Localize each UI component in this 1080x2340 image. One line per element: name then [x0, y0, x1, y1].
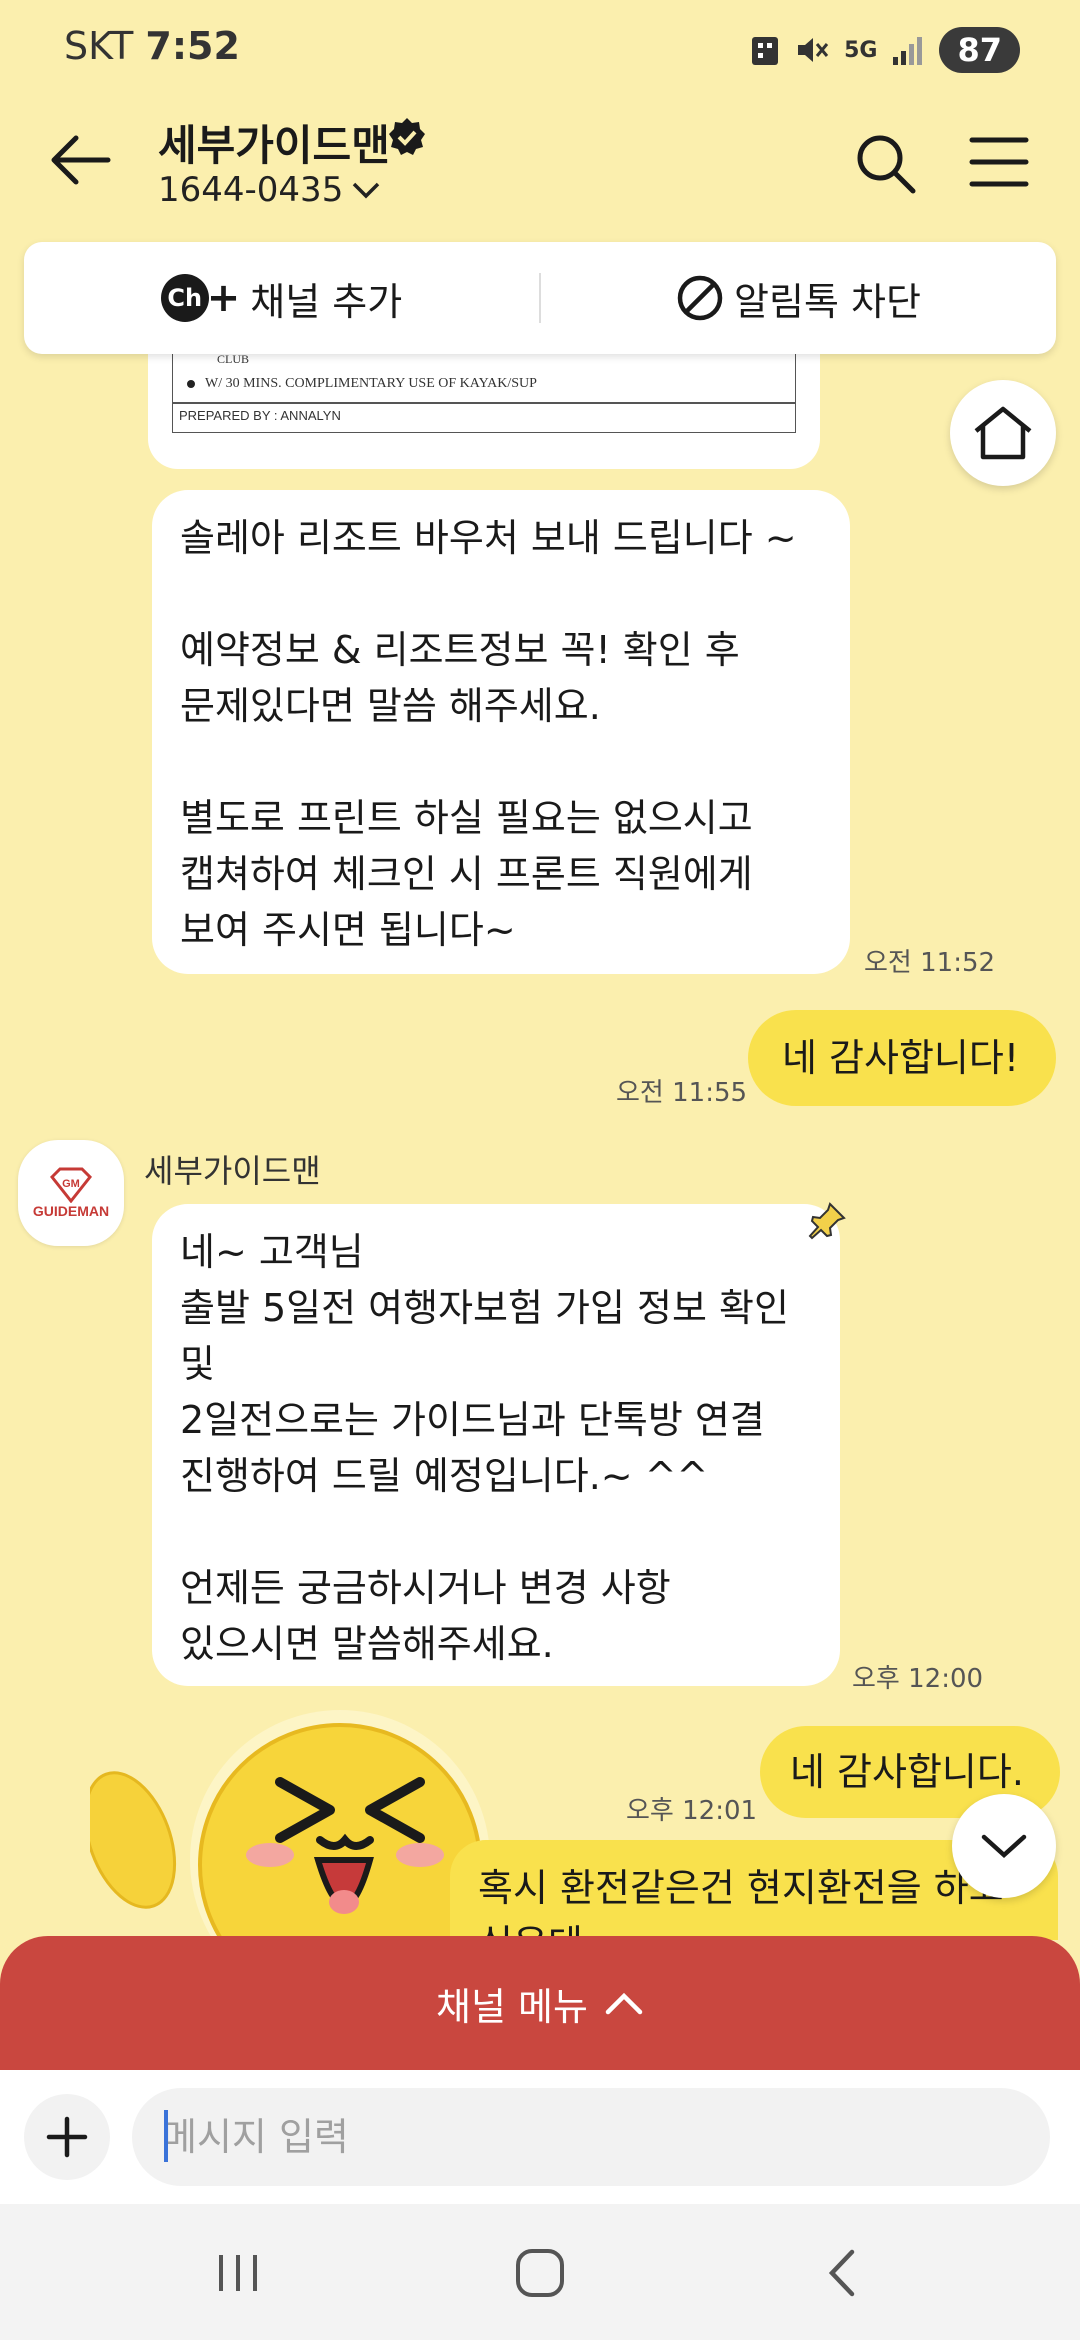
- message-timestamp: 오전 11:55: [616, 1078, 748, 1108]
- svg-text:GM: GM: [62, 1178, 80, 1190]
- message-bubble-sent[interactable]: 네 감사합니다!: [748, 1010, 1056, 1106]
- network-type: 5G: [844, 37, 878, 63]
- voucher-document: CLUB W/ 30 MINS. COMPLIMENTARY USE OF KA…: [172, 354, 796, 433]
- emoticon-sticker[interactable]: [90, 1690, 510, 1970]
- message-timestamp: 오전 11:52: [864, 948, 996, 978]
- clock: 7:52: [145, 24, 240, 68]
- status-bar: SKT 7:52 5G 87: [0, 0, 1080, 100]
- voucher-line-club: CLUB: [217, 354, 250, 366]
- attach-plus-button[interactable]: [24, 2094, 110, 2180]
- channel-menu-button[interactable]: 채널 메뉴: [0, 1936, 1080, 2070]
- message-input-bar: [0, 2070, 1080, 2204]
- scroll-to-bottom-button[interactable]: [952, 1794, 1056, 1898]
- recent-apps-button[interactable]: [188, 2238, 288, 2308]
- voucher-image[interactable]: CLUB W/ 30 MINS. COMPLIMENTARY USE OF KA…: [148, 354, 820, 469]
- carrier-label: SKT: [64, 24, 134, 68]
- add-channel-button[interactable]: Ch + 채널 추가: [24, 242, 539, 354]
- text-caret: [164, 2110, 168, 2162]
- menu-button[interactable]: [964, 132, 1034, 192]
- message-input[interactable]: [132, 2088, 1050, 2186]
- plus-icon: [46, 2116, 88, 2158]
- home-icon: [974, 406, 1032, 460]
- status-icons: 5G 87: [750, 26, 1020, 74]
- arrow-left-icon: [51, 135, 111, 185]
- plus-icon: +: [206, 275, 241, 321]
- back-nav-icon: [828, 2249, 855, 2297]
- battery-indicator: 87: [939, 27, 1020, 73]
- channel-add-icon: Ch: [160, 274, 209, 322]
- home-shortcut-button[interactable]: [950, 380, 1080, 486]
- search-icon: [857, 135, 916, 194]
- mute-icon: [798, 38, 829, 62]
- back-button[interactable]: [40, 120, 120, 200]
- verified-badge-icon: [386, 116, 428, 158]
- phone-number-dropdown[interactable]: 1644-0435: [158, 170, 381, 210]
- sender-avatar[interactable]: GM GUIDEMAN: [18, 1140, 124, 1246]
- message-bubble-received[interactable]: 솔레아 리조트 바우처 보내 드립니다 ~ 예약정보 & 리조트정보 꼭! 확인…: [152, 490, 850, 974]
- sender-name: 세부가이드맨: [144, 1152, 321, 1190]
- voucher-prepared-by: PREPARED BY : ANNALYN: [179, 408, 341, 423]
- system-navigation-bar: [0, 2204, 1080, 2340]
- status-carrier-time: SKT 7:52: [64, 24, 240, 68]
- message-timestamp: 오후 12:01: [626, 1796, 758, 1826]
- channel-action-card: Ch + 채널 추가 알림톡 차단: [24, 242, 1056, 354]
- chevron-down-icon: [353, 182, 380, 199]
- recent-apps-icon: [219, 2255, 257, 2291]
- home-circle: [950, 380, 1056, 486]
- add-channel-label: 채널 추가: [250, 279, 403, 324]
- home-nav-button[interactable]: [490, 2238, 590, 2308]
- chevron-up-icon: [605, 1992, 643, 2015]
- voucher-line-kayak: W/ 30 MINS. COMPLIMENTARY USE OF KAYAK/S…: [187, 376, 537, 392]
- back-nav-button[interactable]: [792, 2238, 892, 2308]
- block-alimtalk-label: 알림톡 차단: [734, 279, 921, 324]
- block-icon: [677, 275, 723, 321]
- channel-menu-label: 채널 메뉴: [436, 1984, 588, 2029]
- signal-icon: [893, 37, 923, 65]
- search-button[interactable]: [850, 128, 920, 198]
- hamburger-menu-icon: [969, 137, 1029, 187]
- home-nav-icon: [516, 2249, 564, 2297]
- chat-title: 세부가이드맨: [158, 121, 390, 170]
- chevron-down-icon: [981, 1834, 1027, 1859]
- block-alimtalk-button[interactable]: 알림톡 차단: [541, 242, 1056, 354]
- pin-icon: [808, 1200, 848, 1240]
- avatar-brand: GUIDEMAN: [32, 1203, 110, 1219]
- voucher-kayak-text: W/ 30 MINS. COMPLIMENTARY USE OF KAYAK/S…: [205, 376, 537, 391]
- message-bubble-received[interactable]: 네~ 고객님 출발 5일전 여행자보험 가입 정보 확인 및 2일전으로는 가이…: [152, 1204, 840, 1686]
- phone-number: 1644-0435: [158, 170, 344, 210]
- guideman-logo-icon: GM: [49, 1167, 93, 1203]
- app-notification-icon: [752, 37, 779, 65]
- message-timestamp: 오후 12:00: [852, 1664, 984, 1694]
